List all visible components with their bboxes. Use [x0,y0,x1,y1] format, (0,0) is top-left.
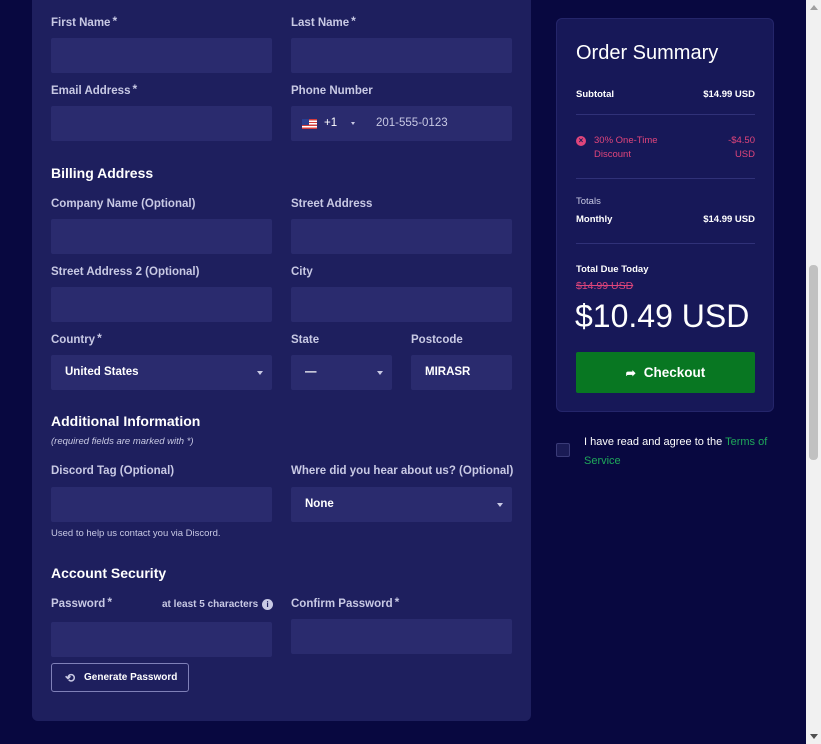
original-price: $14.99 USD [576,280,634,292]
first-name-label: First Name * [51,14,118,29]
phone-placeholder[interactable]: 201-555-0123 [376,117,448,129]
discord-input[interactable] [51,487,272,522]
share-arrow-icon: ➦ [625,366,636,380]
discount-label: 30% One-Time Discount [594,135,658,160]
us-flag-icon[interactable] [302,119,317,129]
phone-country-code[interactable]: +1 [324,117,337,129]
last-name-label: Last Name * [291,14,356,29]
country-value: United States [65,366,139,378]
hear-about-label: Where did you hear about us? (Optional) [291,465,514,477]
checkout-button[interactable]: ➦ Checkout [576,352,755,393]
required-note: (required fields are marked with *) [51,436,194,447]
divider [576,178,755,179]
hear-about-value: None [305,498,334,510]
phone-field[interactable]: +1 201-555-0123 [291,106,512,141]
subtotal-value: $14.99 USD [703,89,755,100]
postcode-label: Postcode [411,334,463,346]
hear-about-select[interactable]: None [291,487,512,522]
generate-password-button[interactable]: ⟲ Generate Password [51,663,189,692]
email-label: Email Address * [51,82,138,97]
company-input[interactable] [51,219,272,254]
city-label: City [291,266,313,278]
postcode-input[interactable]: MIRASR [411,355,512,390]
page-scrollbar[interactable] [806,0,821,744]
password-label: Password * [51,595,112,610]
phone-label: Phone Number [291,85,373,97]
chevron-down-icon[interactable] [351,122,355,125]
scrollbar-thumb[interactable] [809,265,818,460]
city-input[interactable] [291,287,512,322]
info-icon[interactable]: i [262,599,273,610]
street-input[interactable] [291,219,512,254]
confirm-password-input[interactable] [291,619,512,654]
discount-value: -$4.50 USD [728,135,755,160]
first-name-input[interactable] [51,38,272,73]
order-summary-card: Order Summary Subtotal $14.99 USD × 30% … [556,18,774,412]
generate-password-label: Generate Password [84,672,178,683]
subtotal-label: Subtotal [576,89,614,100]
scroll-up-icon[interactable] [810,5,818,10]
street-label: Street Address [291,198,373,210]
chevron-down-icon [497,503,503,507]
totals-label: Totals [576,196,601,207]
password-input[interactable] [51,622,272,657]
discord-label: Discord Tag (Optional) [51,465,175,477]
discount-remove-icon[interactable]: × [576,136,586,146]
tos-text: I have read and agree to the Terms of Se… [584,433,784,471]
state-value: — [305,366,317,378]
tos-checkbox[interactable] [556,443,570,457]
refresh-icon: ⟲ [65,671,76,685]
state-label: State [291,334,320,346]
street2-label: Street Address 2 (Optional) [51,266,200,278]
street2-input[interactable] [51,287,272,322]
scroll-down-icon[interactable] [810,734,818,739]
confirm-password-label: Confirm Password * [291,595,400,610]
country-label: Country * [51,331,102,346]
subtotal-row: Subtotal $14.99 USD [576,89,755,100]
checkout-label: Checkout [643,365,706,380]
chevron-down-icon [377,371,383,375]
chevron-down-icon [257,371,263,375]
monthly-value: $14.99 USD [703,214,755,225]
monthly-label: Monthly [576,214,613,225]
tos-label: I have read and agree to the [584,436,726,448]
password-strength-hint: at least 5 characters [162,599,259,610]
billing-heading: Billing Address [51,165,154,181]
discord-help-text: Used to help us contact you via Discord. [51,528,221,539]
state-select[interactable]: — [291,355,392,390]
security-heading: Account Security [51,565,167,581]
email-input[interactable] [51,106,272,141]
postcode-value: MIRASR [425,366,471,378]
divider [576,243,755,244]
company-label: Company Name (Optional) [51,198,196,210]
additional-heading: Additional Information [51,413,201,429]
total-due-label: Total Due Today [576,264,649,275]
monthly-row: Monthly $14.99 USD [576,214,755,225]
total-due-amount: $10.49 USD [575,298,750,334]
divider [576,114,755,115]
country-select[interactable]: United States [51,355,272,390]
order-summary-title: Order Summary [576,42,719,64]
last-name-input[interactable] [291,38,512,73]
